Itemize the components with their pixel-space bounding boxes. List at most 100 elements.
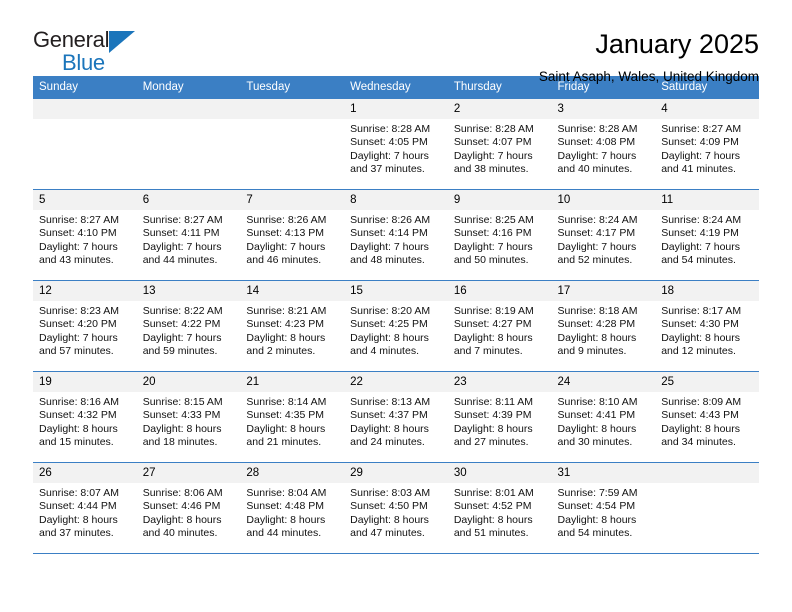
calendar-day-cell[interactable]: 30 Sunrise: 8:01 AM Sunset: 4:52 PM Dayligh…: [447, 462, 552, 554]
calendar-empty-cell: [240, 99, 345, 190]
sunrise-text: Sunrise: 8:01 AM: [453, 487, 534, 499]
day-number: 23: [447, 372, 552, 392]
calendar-day-cell[interactable]: 28 Sunrise: 8:04 AM Sunset: 4:48 PM Dayligh…: [240, 462, 345, 554]
day-number: [136, 99, 241, 119]
day-cell-content: 4 Sunrise: 8:27 AM Sunset: 4:09 PM Daylight…: [655, 99, 759, 189]
day-cell-content: 31 Sunrise: 7:59 AM Sunset: 4:54 PM Dayligh…: [551, 463, 656, 553]
calendar-day-cell[interactable]: 2 Sunrise: 8:28 AM Sunset: 4:07 PM Daylight…: [447, 99, 552, 190]
day-number: 2: [447, 99, 552, 119]
calendar-day-cell[interactable]: 13 Sunrise: 8:22 AM Sunset: 4:22 PM Dayligh…: [136, 280, 241, 372]
day-number: 8: [344, 190, 448, 210]
daylight-text-line1: Daylight: 8 hours: [350, 513, 429, 526]
weekday-header-thursday: Thursday: [447, 76, 552, 99]
daylight-text-line1: Daylight: 8 hours: [557, 422, 637, 435]
calendar-day-cell[interactable]: 7 Sunrise: 8:26 AM Sunset: 4:13 PM Daylight…: [240, 189, 345, 281]
day-cell-content: 1 Sunrise: 8:28 AM Sunset: 4:05 PM Daylight…: [344, 99, 448, 189]
sunset-text: Sunset: 4:39 PM: [453, 409, 532, 422]
logo-text-blue: Blue: [62, 50, 105, 75]
calendar-day-cell[interactable]: 3 Sunrise: 8:28 AM Sunset: 4:08 PM Daylight…: [551, 99, 656, 190]
calendar-day-cell[interactable]: 16 Sunrise: 8:19 AM Sunset: 4:27 PM Dayligh…: [447, 280, 552, 372]
sunset-text: Sunset: 4:43 PM: [661, 409, 739, 422]
day-cell-content: 24 Sunrise: 8:10 AM Sunset: 4:41 PM Dayligh…: [551, 372, 656, 462]
daylight-text-line1: Daylight: 8 hours: [453, 513, 533, 526]
daylight-text-line1: Daylight: 7 hours: [142, 331, 222, 344]
calendar-day-cell[interactable]: 14 Sunrise: 8:21 AM Sunset: 4:23 PM Dayligh…: [240, 280, 345, 372]
daylight-text-line1: Daylight: 8 hours: [453, 331, 533, 344]
sunset-text: Sunset: 4:33 PM: [142, 409, 221, 422]
calendar-day-cell[interactable]: 24 Sunrise: 8:10 AM Sunset: 4:41 PM Dayligh…: [551, 371, 656, 463]
sunrise-text: Sunrise: 8:26 AM: [246, 214, 327, 226]
day-sun-info: Sunrise: 8:15 AM Sunset: 4:33 PM Daylight:…: [137, 392, 241, 450]
day-cell-content: [136, 99, 241, 189]
daylight-text-line1: Daylight: 7 hours: [350, 240, 429, 253]
calendar-day-cell[interactable]: 15 Sunrise: 8:20 AM Sunset: 4:25 PM Dayligh…: [344, 280, 448, 372]
calendar-day-cell[interactable]: 8 Sunrise: 8:26 AM Sunset: 4:14 PM Daylight…: [344, 189, 448, 281]
calendar-day-cell[interactable]: 1 Sunrise: 8:28 AM Sunset: 4:05 PM Daylight…: [344, 99, 448, 190]
daylight-text-line2: and 57 minutes.: [39, 345, 114, 358]
calendar-empty-cell: [33, 99, 137, 190]
calendar-week-row: 19 Sunrise: 8:16 AM Sunset: 4:32 PM Dayligh…: [33, 371, 759, 463]
day-number: 6: [136, 190, 241, 210]
day-cell-content: 21 Sunrise: 8:14 AM Sunset: 4:35 PM Dayligh…: [240, 372, 345, 462]
calendar-day-cell[interactable]: 9 Sunrise: 8:25 AM Sunset: 4:16 PM Daylight…: [447, 189, 552, 281]
sunrise-text: Sunrise: 8:06 AM: [142, 487, 223, 499]
calendar-day-cell[interactable]: 20 Sunrise: 8:15 AM Sunset: 4:33 PM Dayligh…: [136, 371, 241, 463]
day-number: 31: [551, 463, 656, 483]
day-cell-content: 18 Sunrise: 8:17 AM Sunset: 4:30 PM Dayligh…: [655, 281, 759, 371]
daylight-text-line2: and 47 minutes.: [350, 527, 425, 540]
calendar-day-cell[interactable]: 17 Sunrise: 8:18 AM Sunset: 4:28 PM Dayligh…: [551, 280, 656, 372]
calendar-day-cell[interactable]: 10 Sunrise: 8:24 AM Sunset: 4:17 PM Dayligh…: [551, 189, 656, 281]
daylight-text-line1: Daylight: 7 hours: [246, 240, 326, 253]
sunset-text: Sunset: 4:17 PM: [557, 227, 636, 240]
calendar-day-cell[interactable]: 21 Sunrise: 8:14 AM Sunset: 4:35 PM Dayligh…: [240, 371, 345, 463]
day-number: [655, 463, 759, 483]
day-number: 4: [655, 99, 759, 119]
calendar-day-cell[interactable]: 11 Sunrise: 8:24 AM Sunset: 4:19 PM Dayligh…: [655, 189, 759, 281]
title-block: January 2025 Saint Asaph, Wales, United …: [539, 27, 759, 87]
sunset-text: Sunset: 4:05 PM: [350, 136, 428, 149]
day-cell-content: 16 Sunrise: 8:19 AM Sunset: 4:27 PM Dayligh…: [447, 281, 552, 371]
day-sun-info: Sunrise: 8:26 AM Sunset: 4:14 PM Daylight:…: [344, 210, 448, 268]
day-sun-info: Sunrise: 8:23 AM Sunset: 4:20 PM Daylight:…: [33, 301, 137, 359]
sunrise-text: Sunrise: 8:11 AM: [453, 396, 533, 408]
calendar-day-cell[interactable]: 29 Sunrise: 8:03 AM Sunset: 4:50 PM Dayligh…: [344, 462, 448, 554]
calendar-day-cell[interactable]: 6 Sunrise: 8:27 AM Sunset: 4:11 PM Daylight…: [136, 189, 241, 281]
day-number: 16: [447, 281, 552, 301]
day-sun-info: Sunrise: 8:26 AM Sunset: 4:13 PM Daylight:…: [240, 210, 344, 268]
daylight-text-line2: and 44 minutes.: [142, 254, 218, 267]
page-header: General Blue January 2025 Saint Asaph, W…: [33, 0, 759, 84]
calendar-day-cell[interactable]: 27 Sunrise: 8:06 AM Sunset: 4:46 PM Dayligh…: [136, 462, 241, 554]
sunrise-text: Sunrise: 8:19 AM: [453, 305, 534, 317]
calendar-day-cell[interactable]: 31 Sunrise: 7:59 AM Sunset: 4:54 PM Dayligh…: [551, 462, 656, 554]
calendar-day-cell[interactable]: 23 Sunrise: 8:11 AM Sunset: 4:39 PM Dayligh…: [447, 371, 552, 463]
sunset-text: Sunset: 4:30 PM: [661, 318, 739, 331]
calendar-day-cell[interactable]: 26 Sunrise: 8:07 AM Sunset: 4:44 PM Dayligh…: [33, 462, 137, 554]
sunrise-text: Sunrise: 8:10 AM: [557, 396, 638, 408]
sunrise-text: Sunrise: 8:14 AM: [246, 396, 327, 408]
day-number: 12: [33, 281, 137, 301]
sunset-text: Sunset: 4:44 PM: [39, 500, 117, 513]
day-sun-info: Sunrise: 8:09 AM Sunset: 4:43 PM Daylight:…: [655, 392, 759, 450]
sunset-text: Sunset: 4:28 PM: [557, 318, 636, 331]
calendar-day-cell[interactable]: 18 Sunrise: 8:17 AM Sunset: 4:30 PM Dayligh…: [655, 280, 759, 372]
calendar-day-cell[interactable]: 4 Sunrise: 8:27 AM Sunset: 4:09 PM Daylight…: [655, 99, 759, 190]
calendar-day-cell[interactable]: 22 Sunrise: 8:13 AM Sunset: 4:37 PM Dayligh…: [344, 371, 448, 463]
day-cell-content: 5 Sunrise: 8:27 AM Sunset: 4:10 PM Daylight…: [33, 190, 137, 280]
daylight-text-line2: and 4 minutes.: [350, 345, 419, 358]
day-number: 10: [551, 190, 656, 210]
day-cell-content: 15 Sunrise: 8:20 AM Sunset: 4:25 PM Dayligh…: [344, 281, 448, 371]
calendar-day-cell[interactable]: 25 Sunrise: 8:09 AM Sunset: 4:43 PM Dayligh…: [655, 371, 759, 463]
sunset-text: Sunset: 4:20 PM: [39, 318, 117, 331]
calendar-day-cell[interactable]: 12 Sunrise: 8:23 AM Sunset: 4:20 PM Dayligh…: [33, 280, 137, 372]
calendar-day-cell[interactable]: 19 Sunrise: 8:16 AM Sunset: 4:32 PM Dayligh…: [33, 371, 137, 463]
calendar-day-cell[interactable]: 5 Sunrise: 8:27 AM Sunset: 4:10 PM Daylight…: [33, 189, 137, 281]
daylight-text-line2: and 52 minutes.: [557, 254, 633, 267]
sunset-text: Sunset: 4:27 PM: [453, 318, 532, 331]
sunset-text: Sunset: 4:14 PM: [350, 227, 428, 240]
sunset-text: Sunset: 4:46 PM: [142, 500, 221, 513]
day-number: 30: [447, 463, 552, 483]
daylight-text-line1: Daylight: 8 hours: [661, 331, 741, 344]
day-sun-info: Sunrise: 8:27 AM Sunset: 4:11 PM Daylight:…: [137, 210, 241, 268]
sunset-text: Sunset: 4:41 PM: [557, 409, 636, 422]
daylight-text-line2: and 50 minutes.: [453, 254, 529, 267]
